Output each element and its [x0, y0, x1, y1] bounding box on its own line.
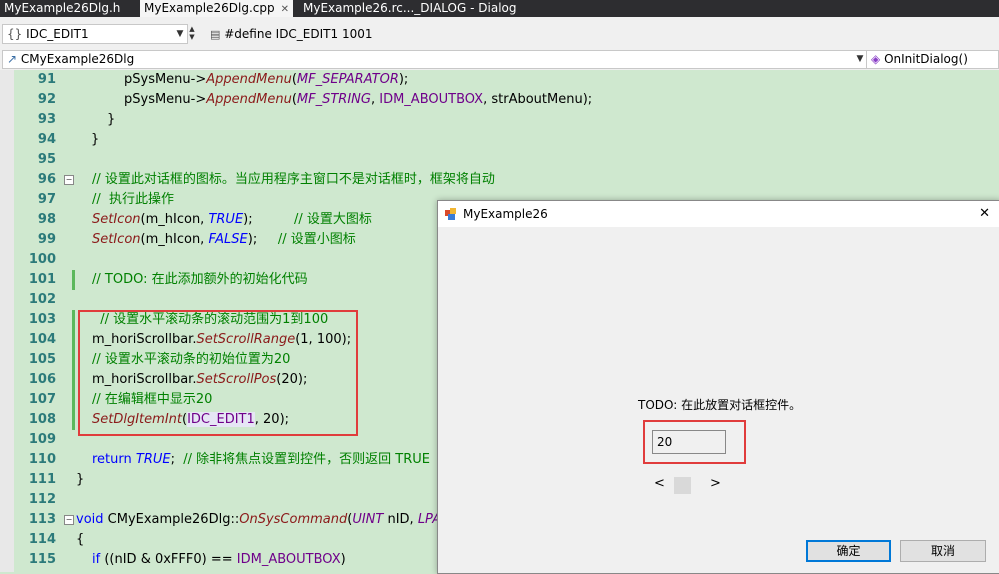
braces-icon: {}: [7, 27, 23, 41]
line-number: 113: [28, 512, 56, 527]
id-combo[interactable]: {} IDC_EDIT1 ▼: [2, 24, 188, 44]
tab-dlg-cpp[interactable]: MyExample26Dlg.cpp ✕: [140, 0, 294, 17]
editor-gutter: [0, 70, 14, 572]
collapse-icon[interactable]: −: [64, 175, 74, 185]
document-tabs: MyExample26Dlg.h MyExample26Dlg.cpp ✕ MyE…: [0, 0, 999, 17]
define-icon: ▤: [210, 28, 221, 41]
line-number: 104: [28, 332, 56, 347]
define-display: ▤ #define IDC_EDIT1 1001: [210, 25, 373, 44]
line-number: 108: [28, 412, 56, 427]
code-line: 95: [14, 150, 999, 170]
line-number: 105: [28, 352, 56, 367]
code-comment: // 设置此对话框的图标。当应用程序主窗口不是对话框时，框架将自动: [92, 172, 495, 187]
line-number: 114: [28, 532, 56, 547]
close-icon[interactable]: ✕: [979, 201, 990, 227]
spin-buttons[interactable]: ▲ ▼: [186, 25, 198, 43]
line-number: 115: [28, 552, 56, 567]
ok-button[interactable]: 确定: [806, 540, 891, 562]
code-text: {: [76, 532, 85, 547]
edit-field[interactable]: 20: [652, 430, 726, 454]
dialog-title: MyExample26: [463, 207, 548, 221]
code-text: }: [91, 132, 100, 147]
tab-dlg-h[interactable]: MyExample26Dlg.h: [0, 0, 124, 17]
method-icon: ◈: [871, 52, 881, 66]
line-number: 103: [28, 312, 56, 327]
line-number: 112: [28, 492, 56, 507]
app-icon: [445, 208, 456, 220]
code-line: 96− // 设置此对话框的图标。当应用程序主窗口不是对话框时，框架将自动: [14, 170, 999, 190]
line-number: 110: [28, 452, 56, 467]
chevron-down-icon: ▼: [176, 29, 184, 39]
class-icon: ↗: [7, 52, 18, 66]
tab-label: MyExample26Dlg.cpp: [144, 1, 275, 15]
member-bar: ↗ CMyExample26Dlg ▼ ◈ OnInitDialog(): [0, 49, 999, 71]
line-number: 91: [37, 72, 56, 87]
line-number: 96: [37, 172, 56, 187]
line-number: 92: [37, 92, 56, 107]
cancel-button[interactable]: 取消: [900, 540, 986, 562]
tab-rc-dialog[interactable]: MyExample26.rc..._DIALOG - Dialog: [299, 0, 520, 17]
code-line: 92 pSysMenu->AppendMenu(MF_STRING, IDM_AB…: [14, 90, 999, 110]
line-number: 102: [28, 292, 56, 307]
scroll-right-arrow[interactable]: >: [710, 476, 721, 491]
line-number: 95: [37, 152, 56, 167]
tab-label: MyExample26.rc..._DIALOG - Dialog: [303, 1, 517, 15]
code-comment: // 执行此操作: [92, 192, 175, 207]
code-line: 94}: [14, 130, 999, 150]
close-icon[interactable]: ✕: [281, 4, 289, 15]
collapse-icon[interactable]: −: [64, 515, 74, 525]
line-number: 100: [28, 252, 56, 267]
method-combo-value: OnInitDialog(): [884, 52, 968, 66]
code-line: 93}: [14, 110, 999, 130]
class-combo[interactable]: ↗ CMyExample26Dlg ▼: [2, 50, 868, 69]
dialog-titlebar[interactable]: MyExample26 ✕: [438, 201, 999, 227]
line-number: 93: [37, 112, 56, 127]
scroll-thumb[interactable]: [674, 477, 691, 494]
chevron-down-icon: ▼: [856, 54, 864, 64]
line-number: 106: [28, 372, 56, 387]
id-combo-value: IDC_EDIT1: [26, 27, 89, 41]
code-text: }: [76, 472, 85, 487]
class-combo-value: CMyExample26Dlg: [20, 52, 135, 66]
line-number: 98: [37, 212, 56, 227]
todo-static-text: TODO: 在此放置对话框控件。: [638, 398, 802, 412]
line-number: 99: [37, 232, 56, 247]
tab-label: MyExample26Dlg.h: [4, 1, 121, 15]
line-number: 94: [37, 132, 56, 147]
code-text: }: [107, 112, 116, 127]
highlight-box: [78, 310, 358, 436]
method-combo[interactable]: ◈ OnInitDialog(): [866, 50, 999, 69]
horizontal-scrollbar[interactable]: < >: [650, 475, 722, 495]
line-number: 111: [28, 472, 56, 487]
code-line: 91 pSysMenu->AppendMenu(MF_SEPARATOR);: [14, 70, 999, 90]
code-comment: // TODO: 在此添加额外的初始化代码: [92, 272, 308, 287]
scroll-left-arrow[interactable]: <: [654, 476, 665, 491]
line-number: 109: [28, 432, 56, 447]
dialog-window: MyExample26 ✕ TODO: 在此放置对话框控件。 20 < > 确定…: [437, 200, 999, 574]
line-number: 107: [28, 392, 56, 407]
line-number: 97: [37, 192, 56, 207]
navigation-bar: {} IDC_EDIT1 ▼ ▲ ▼ ▤ #define IDC_EDIT1 10…: [0, 17, 999, 50]
line-number: 101: [28, 272, 56, 287]
define-text: #define IDC_EDIT1 1001: [224, 27, 373, 41]
